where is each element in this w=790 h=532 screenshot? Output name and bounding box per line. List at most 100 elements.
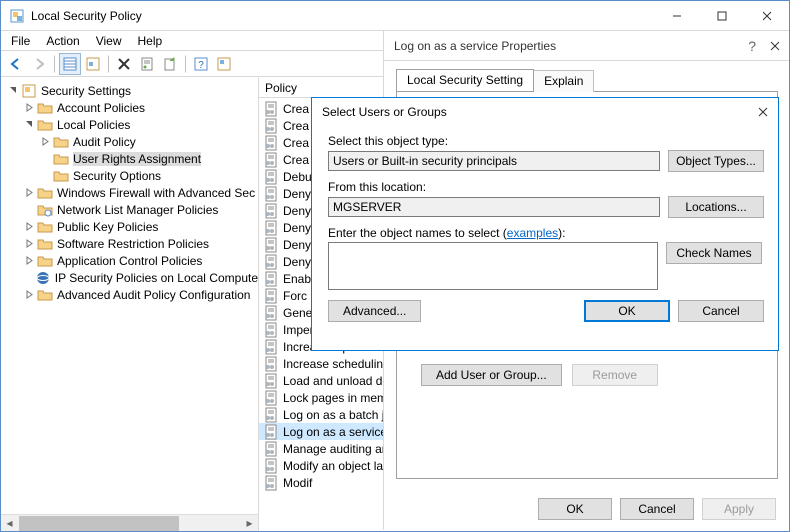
close-button[interactable] [744, 1, 789, 30]
help-icon[interactable]: ? [748, 38, 756, 54]
expand-icon[interactable] [21, 222, 37, 231]
cancel-button[interactable]: Cancel [620, 498, 694, 520]
tree-item[interactable]: Public Key Policies [1, 218, 258, 235]
folder-icon [37, 185, 53, 201]
object-names-label: Enter the object names to select (exampl… [328, 226, 764, 240]
forward-button[interactable] [28, 53, 50, 75]
expand-icon[interactable] [21, 239, 37, 248]
minimize-button[interactable] [654, 1, 699, 30]
folder-icon [37, 202, 53, 218]
tree-item[interactable]: Security Settings [1, 82, 258, 99]
list-item-label: Modif [283, 476, 312, 490]
object-names-input[interactable] [328, 242, 658, 290]
expand-icon[interactable] [5, 86, 21, 95]
list-item-label: Crea [283, 102, 309, 116]
tree-item[interactable]: Windows Firewall with Advanced Sec [1, 184, 258, 201]
expand-icon[interactable] [21, 188, 37, 197]
list-item-label: Deny [283, 238, 311, 252]
tab-local-security-setting[interactable]: Local Security Setting [396, 69, 534, 91]
policy-icon [263, 390, 279, 406]
cancel-button[interactable]: Cancel [678, 300, 764, 322]
tree-item-label: Software Restriction Policies [57, 237, 209, 251]
policy-icon [263, 373, 279, 389]
folder-icon [53, 151, 69, 167]
properties-icon[interactable] [136, 53, 158, 75]
policy-icon [263, 118, 279, 134]
policy-icon [263, 220, 279, 236]
tab-explain[interactable]: Explain [534, 70, 594, 92]
tree-item[interactable]: Software Restriction Policies [1, 235, 258, 252]
add-user-or-group-button[interactable]: Add User or Group... [421, 364, 562, 386]
navigation-tree[interactable]: Security SettingsAccount Policies Local P… [1, 78, 259, 531]
close-icon[interactable] [770, 41, 780, 51]
list-item-label: Modify an object lab [283, 459, 390, 473]
tree-item-label: IP Security Policies on Local Compute [55, 271, 258, 285]
list-item-label: Log on as a service [283, 425, 387, 439]
locations-button[interactable]: Locations... [668, 196, 764, 218]
tree-item-label: Local Policies [57, 118, 130, 132]
menu-help[interactable]: Help [132, 32, 169, 50]
policy-icon [263, 186, 279, 202]
policy-icon [263, 322, 279, 338]
list-item-label: Load and unload dev [283, 374, 395, 388]
policy-icon [263, 169, 279, 185]
advanced-button[interactable]: Advanced... [328, 300, 421, 322]
horizontal-scrollbar[interactable]: ◂▸ [1, 514, 258, 531]
select-users-dialog: Select Users or Groups Select this objec… [311, 97, 779, 351]
policy-icon [263, 441, 279, 457]
policy-icon [263, 339, 279, 355]
maximize-button[interactable] [699, 1, 744, 30]
close-icon[interactable] [758, 107, 768, 117]
delete-icon[interactable] [113, 53, 135, 75]
ok-button[interactable]: OK [538, 498, 612, 520]
ok-button[interactable]: OK [584, 300, 670, 322]
policy-icon [263, 254, 279, 270]
policy-icon [263, 424, 279, 440]
check-names-button[interactable]: Check Names [666, 242, 762, 264]
menu-action[interactable]: Action [40, 32, 85, 50]
tree-item[interactable]: IP Security Policies on Local Compute [1, 269, 258, 286]
tree-item-label: Audit Policy [73, 135, 136, 149]
tree-item[interactable]: Network List Manager Policies [1, 201, 258, 218]
tree-item[interactable]: Audit Policy [1, 133, 258, 150]
list-view-icon[interactable] [82, 53, 104, 75]
export-icon[interactable] [159, 53, 181, 75]
list-item-label: Manage auditing an [283, 442, 388, 456]
policy-icon [263, 135, 279, 151]
menu-file[interactable]: File [5, 32, 36, 50]
tree-item[interactable]: Application Control Policies [1, 252, 258, 269]
back-button[interactable] [5, 53, 27, 75]
tree-item[interactable]: Account Policies [1, 99, 258, 116]
app-icon [9, 8, 25, 24]
expand-icon[interactable] [21, 256, 37, 265]
tree-item[interactable]: User Rights Assignment [1, 150, 258, 167]
expand-icon[interactable] [21, 290, 37, 299]
tree-item[interactable]: Advanced Audit Policy Configuration [1, 286, 258, 303]
examples-link[interactable]: examples [507, 226, 558, 240]
folder-icon [37, 236, 53, 252]
expand-icon[interactable] [21, 103, 37, 112]
object-types-button[interactable]: Object Types... [668, 150, 764, 172]
tree-item-label: Windows Firewall with Advanced Sec [57, 186, 255, 200]
tree-item-label: Security Settings [41, 84, 131, 98]
help-icon[interactable]: ? [190, 53, 212, 75]
folder-icon [53, 134, 69, 150]
titlebar: Local Security Policy [1, 1, 789, 31]
separator [185, 55, 187, 73]
folder-icon [21, 83, 37, 99]
object-type-field [328, 151, 660, 171]
menu-view[interactable]: View [90, 32, 128, 50]
svg-text:?: ? [198, 60, 204, 71]
list-item-label: Crea [283, 153, 309, 167]
tree-item[interactable]: Local Policies [1, 116, 258, 133]
refresh-policy-icon[interactable] [213, 53, 235, 75]
expand-icon[interactable] [37, 137, 53, 146]
folder-icon [37, 100, 53, 116]
tree-item[interactable]: Security Options [1, 167, 258, 184]
folder-icon [37, 287, 53, 303]
tree-item-label: User Rights Assignment [73, 152, 201, 166]
detail-view-icon[interactable] [59, 53, 81, 75]
expand-icon[interactable] [21, 120, 37, 129]
apply-button: Apply [702, 498, 776, 520]
policy-icon [263, 101, 279, 117]
